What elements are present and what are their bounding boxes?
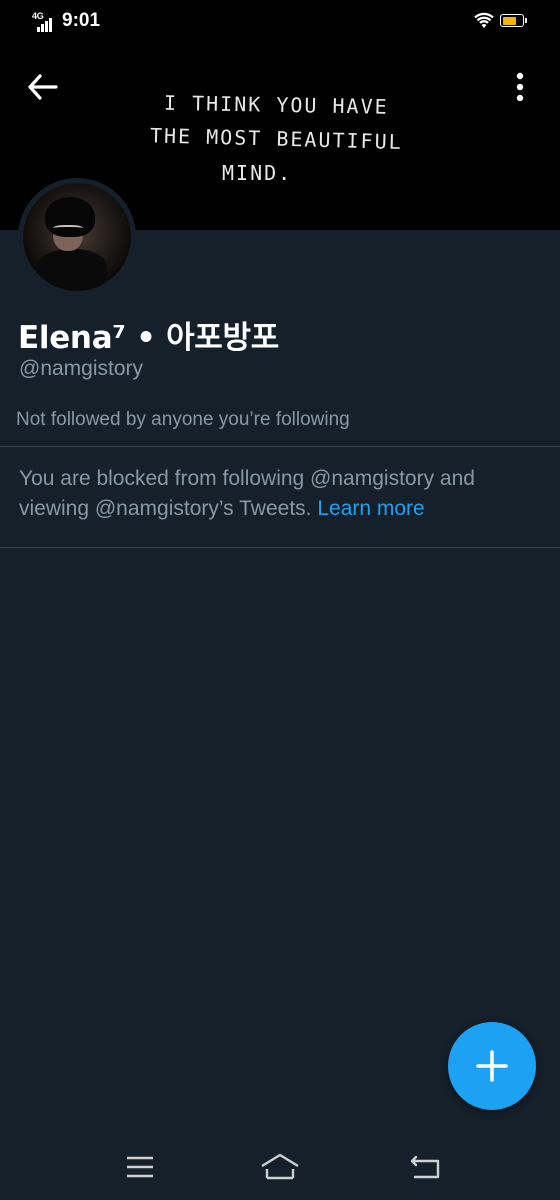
- banner-line-3: MIND.: [222, 161, 293, 185]
- avatar[interactable]: [18, 178, 136, 296]
- system-navigation-bar: [0, 1130, 560, 1200]
- signal-icon: 4G: [32, 11, 54, 32]
- profile-display-name: Elena⁷ • 아포방포: [18, 320, 279, 356]
- battery-icon: [500, 14, 527, 27]
- vertical-dots-icon: [516, 72, 524, 102]
- banner-handwriting: I THINK YOU HAVE THE MOST BEAUTIFUL MIND…: [150, 88, 430, 190]
- more-options-button[interactable]: [500, 70, 540, 110]
- home-icon: [261, 1153, 299, 1180]
- home-button[interactable]: [258, 1150, 302, 1184]
- recent-apps-button[interactable]: [118, 1150, 162, 1184]
- compose-tweet-button[interactable]: [448, 1022, 536, 1110]
- network-type: 4G: [32, 11, 44, 21]
- menu-icon: [127, 1156, 153, 1178]
- back-arrow-icon: [28, 74, 58, 100]
- back-icon: [410, 1155, 440, 1179]
- learn-more-link[interactable]: Learn more: [317, 497, 424, 520]
- plus-icon: [476, 1050, 508, 1082]
- profile-username: @namgistory: [19, 357, 144, 380]
- blocked-notice: You are blocked from following @namgisto…: [19, 464, 539, 524]
- divider: [0, 547, 560, 548]
- status-bar: 4G 9:01: [0, 0, 560, 44]
- banner-line-2: THE MOST BEAUTIFUL: [149, 123, 404, 154]
- followed-by-text: Not followed by anyone you’re following: [16, 409, 350, 430]
- divider: [0, 446, 560, 447]
- wifi-icon: [474, 12, 494, 35]
- avatar-photo: [23, 183, 131, 291]
- status-time: 9:01: [62, 10, 101, 31]
- back-button[interactable]: [24, 72, 64, 108]
- system-back-button[interactable]: [404, 1150, 448, 1184]
